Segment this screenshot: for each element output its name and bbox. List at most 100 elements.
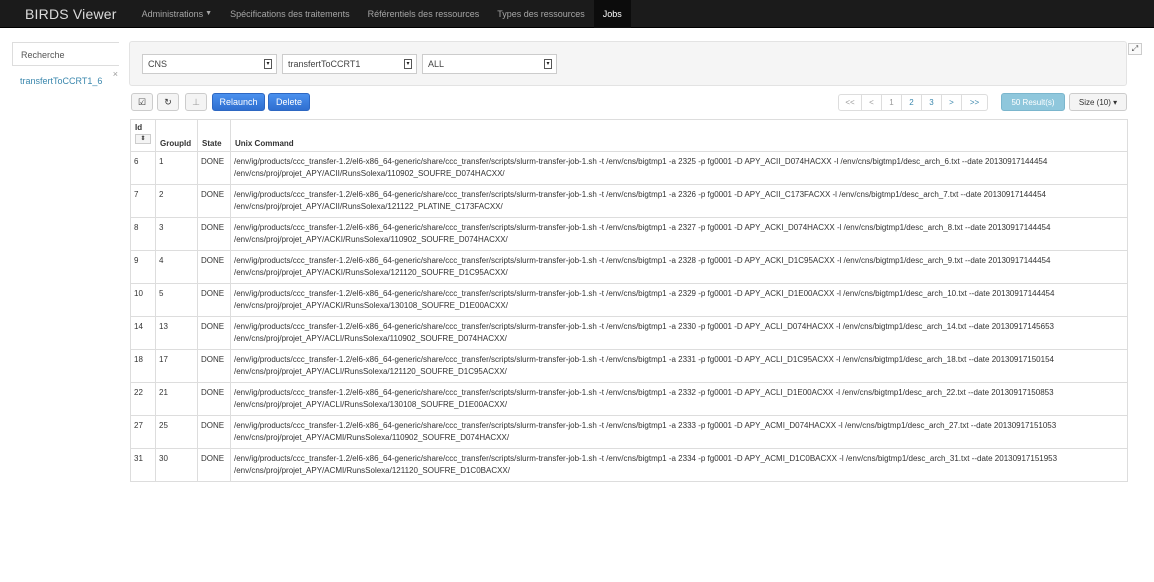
- cell-state: DONE: [197, 250, 231, 284]
- chevron-down-icon: ▾: [404, 59, 412, 69]
- refresh-button[interactable]: ↻: [157, 93, 179, 111]
- filter-bar: CNS ▾ transfertToCCRT1 ▾ ALL ▾: [129, 41, 1127, 86]
- cell-state: DONE: [197, 151, 231, 185]
- cell-groupid: 13: [155, 316, 198, 350]
- chevron-down-icon: ▾: [544, 59, 552, 69]
- nav-administrations-label: Administrations: [141, 8, 204, 19]
- tab-recherche[interactable]: Recherche: [12, 42, 119, 66]
- cell-state: DONE: [197, 382, 231, 416]
- select-specification-value: transfertToCCRT1: [288, 59, 361, 69]
- table-row[interactable]: 7 2 DONE/env/ig/products/ccc_transfer-1.2/…: [130, 184, 1128, 218]
- cell-groupid: 25: [155, 415, 198, 449]
- table-row[interactable]: 9 4 DONE/env/ig/products/ccc_transfer-1.2/…: [130, 250, 1128, 284]
- cell-id: 14: [130, 316, 156, 350]
- cell-state: DONE: [197, 415, 231, 449]
- select-specification[interactable]: transfertToCCRT1 ▾: [282, 54, 417, 74]
- cell-state: DONE: [197, 283, 231, 317]
- select-all-button[interactable]: ☑: [131, 93, 153, 111]
- cell-command: /env/ig/products/ccc_transfer-1.2/el6-x8…: [230, 184, 1128, 218]
- cell-groupid: 30: [155, 448, 198, 482]
- page-3[interactable]: 3: [922, 94, 942, 111]
- cell-command: /env/ig/products/ccc_transfer-1.2/el6-x8…: [230, 250, 1128, 284]
- caret-down-icon: ▼: [205, 10, 213, 17]
- main-panel: CNS ▾ transfertToCCRT1 ▾ ALL ▾ ☑ ↻ ⊥ Rel…: [119, 41, 1143, 571]
- cell-groupid: 2: [155, 184, 198, 218]
- page-last[interactable]: >>: [962, 94, 988, 111]
- cell-id: 27: [130, 415, 156, 449]
- pin-icon: ⊥: [192, 96, 200, 107]
- tab-job[interactable]: transfertToCCRT1_6 ×: [12, 68, 119, 94]
- cell-command: /env/ig/products/ccc_transfer-1.2/el6-x8…: [230, 217, 1128, 251]
- cell-groupid: 4: [155, 250, 198, 284]
- refresh-icon: ↻: [164, 96, 172, 107]
- cell-command: /env/ig/products/ccc_transfer-1.2/el6-x8…: [230, 283, 1128, 317]
- cell-id: 6: [130, 151, 156, 185]
- app-brand[interactable]: BIRDS Viewer: [0, 6, 133, 22]
- table-row[interactable]: 31 30 DONE/env/ig/products/ccc_transfer-1.…: [130, 448, 1128, 482]
- table-row[interactable]: 10 5 DONE/env/ig/products/ccc_transfer-1.2…: [130, 283, 1128, 317]
- cell-id: 18: [130, 349, 156, 383]
- cell-groupid: 3: [155, 217, 198, 251]
- page-first[interactable]: <<: [838, 94, 862, 111]
- tab-job-label: transfertToCCRT1_6: [20, 76, 103, 86]
- table-row[interactable]: 14 13 DONE/env/ig/products/ccc_transfer-1.…: [130, 316, 1128, 350]
- page-1[interactable]: 1: [882, 94, 902, 111]
- cell-groupid: 1: [155, 151, 198, 185]
- page-size-dropdown[interactable]: Size (10) ▾: [1069, 93, 1127, 111]
- nav-types[interactable]: Types des ressources: [488, 0, 594, 28]
- cell-state: DONE: [197, 184, 231, 218]
- header-id-label: Id: [135, 123, 143, 132]
- header-groupid[interactable]: GroupId: [155, 119, 198, 152]
- select-state-value: ALL: [428, 59, 445, 69]
- results-count-badge: 50 Result(s): [1001, 93, 1065, 111]
- cell-command: /env/ig/products/ccc_transfer-1.2/el6-x8…: [230, 382, 1128, 416]
- page-next[interactable]: >: [942, 94, 962, 111]
- select-center-value: CNS: [148, 59, 168, 69]
- header-state[interactable]: State: [197, 119, 231, 152]
- close-icon[interactable]: ×: [113, 69, 118, 79]
- cell-groupid: 21: [155, 382, 198, 416]
- nav-administrations[interactable]: Administrations ▼: [133, 0, 221, 28]
- nav-specifications[interactable]: Spécifications des traitements: [221, 0, 359, 28]
- table-header-row: Id ⇕ GroupId State Unix Command: [130, 119, 1128, 152]
- table-row[interactable]: 6 1 DONE/env/ig/products/ccc_transfer-1.2/…: [130, 151, 1128, 185]
- cell-command: /env/ig/products/ccc_transfer-1.2/el6-x8…: [230, 415, 1128, 449]
- cell-id: 7: [130, 184, 156, 218]
- cell-state: DONE: [197, 316, 231, 350]
- cell-id: 31: [130, 448, 156, 482]
- cell-id: 10: [130, 283, 156, 317]
- cell-id: 9: [130, 250, 156, 284]
- header-command[interactable]: Unix Command: [230, 119, 1128, 152]
- cell-command: /env/ig/products/ccc_transfer-1.2/el6-x8…: [230, 316, 1128, 350]
- sort-icon[interactable]: ⇕: [135, 134, 151, 144]
- cell-state: DONE: [197, 349, 231, 383]
- cell-command: /env/ig/products/ccc_transfer-1.2/el6-x8…: [230, 448, 1128, 482]
- pagination: << < 1 2 3 > >>: [838, 94, 988, 111]
- nav-referentiels[interactable]: Référentiels des ressources: [359, 0, 489, 28]
- table-row[interactable]: 27 25 DONE/env/ig/products/ccc_transfer-1.…: [130, 415, 1128, 449]
- table-row[interactable]: 22 21 DONE/env/ig/products/ccc_transfer-1.…: [130, 382, 1128, 416]
- cell-state: DONE: [197, 217, 231, 251]
- relaunch-button[interactable]: Relaunch: [212, 93, 265, 111]
- page-2[interactable]: 2: [902, 94, 922, 111]
- cell-groupid: 5: [155, 283, 198, 317]
- cell-command: /env/ig/products/ccc_transfer-1.2/el6-x8…: [230, 151, 1128, 185]
- pin-button[interactable]: ⊥: [185, 93, 207, 111]
- jobs-table: Id ⇕ GroupId State Unix Command 6 1 DONE/e…: [130, 119, 1128, 482]
- cell-id: 8: [130, 217, 156, 251]
- checkbox-icon: ☑: [137, 96, 147, 107]
- header-id[interactable]: Id ⇕: [130, 119, 156, 152]
- table-row[interactable]: 18 17 DONE/env/ig/products/ccc_transfer-1.…: [130, 349, 1128, 383]
- top-navbar: BIRDS Viewer Administrations ▼ Spécifica…: [0, 0, 1154, 28]
- page-prev[interactable]: <: [862, 94, 882, 111]
- select-center[interactable]: CNS ▾: [142, 54, 277, 74]
- cell-state: DONE: [197, 448, 231, 482]
- cell-id: 22: [130, 382, 156, 416]
- select-state[interactable]: ALL ▾: [422, 54, 557, 74]
- table-row[interactable]: 8 3 DONE/env/ig/products/ccc_transfer-1.2/…: [130, 217, 1128, 251]
- nav-jobs[interactable]: Jobs: [593, 0, 631, 28]
- delete-button[interactable]: Delete: [268, 93, 310, 111]
- cell-command: /env/ig/products/ccc_transfer-1.2/el6-x8…: [230, 349, 1128, 383]
- left-tabs: Recherche transfertToCCRT1_6 ×: [12, 42, 119, 96]
- chevron-down-icon: ▾: [264, 59, 272, 69]
